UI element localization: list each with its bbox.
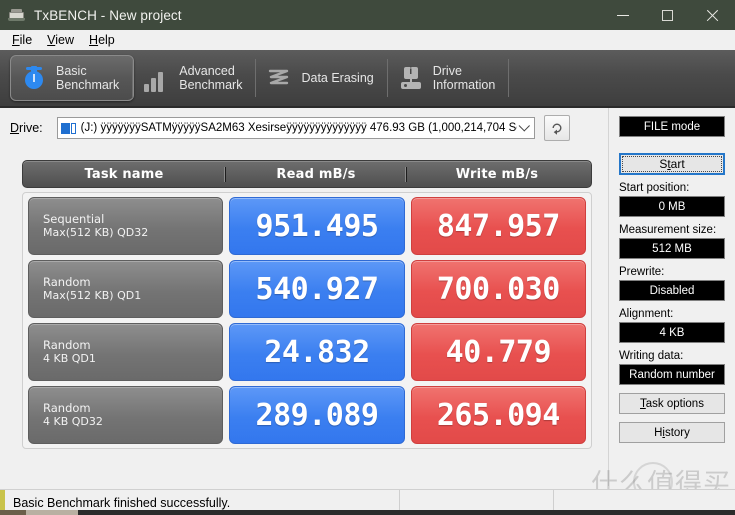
prewrite-label: Prewrite: [619, 266, 665, 278]
start-position-value[interactable]: 0 MB [619, 196, 725, 217]
drive-selected-value: (J:) ÿÿÿÿÿÿÿSATMÿÿÿÿÿSA2M63 Xesirseÿÿÿÿÿ… [80, 122, 517, 134]
task-name-secondary: Max(512 KB) QD1 [43, 289, 142, 302]
menu-view-label: iew [55, 32, 75, 47]
maximize-button[interactable] [645, 0, 690, 30]
task-name-secondary: Max(512 KB) QD32 [43, 226, 149, 239]
write-value: 40.779 [410, 323, 586, 381]
tab-data-erasing-label: Data Erasing [301, 71, 374, 85]
bar-chart-icon [144, 64, 170, 92]
close-button[interactable] [690, 0, 735, 30]
results-header-row: Task name Read mB/s Write mB/s [22, 160, 592, 188]
wave-erase-icon [266, 64, 292, 92]
measurement-size-value[interactable]: 512 MB [619, 238, 725, 259]
task-name-primary: Random [43, 338, 91, 352]
tab-divider [132, 60, 134, 98]
minimize-icon [616, 14, 629, 16]
prewrite-value[interactable]: Disabled [619, 280, 725, 301]
start-position-label: Start position: [619, 182, 690, 194]
refresh-drives-button[interactable] [543, 115, 570, 141]
tab-data-erasing[interactable]: Data Erasing [256, 55, 388, 101]
read-value: 951.495 [229, 197, 405, 255]
task-options-button[interactable]: Task options [619, 393, 725, 414]
tab-basic-benchmark-label: Basic Benchmark [56, 64, 120, 92]
table-row: Random 4 KB QD32 289.089 265.094 [28, 386, 586, 444]
task-name-cell[interactable]: Random Max(512 KB) QD1 [28, 260, 224, 318]
read-value: 289.089 [229, 386, 405, 444]
task-name-primary: Random [43, 275, 91, 289]
window-title: TxBENCH - New project [34, 7, 182, 23]
history-button[interactable]: History [619, 422, 725, 443]
tab-advanced-benchmark[interactable]: Advanced Benchmark [134, 55, 257, 101]
drive-label: Drive: [10, 121, 43, 135]
benchmark-results: Task name Read mB/s Write mB/s Sequentia… [22, 160, 592, 478]
history-label: History [654, 426, 690, 439]
chevron-down-icon[interactable] [517, 124, 534, 132]
task-name-primary: Random [43, 401, 91, 415]
task-name-cell[interactable]: Sequential Max(512 KB) QD32 [28, 197, 224, 255]
refresh-icon [552, 123, 562, 135]
title-bar: TxBENCH - New project [0, 0, 735, 30]
start-button[interactable]: Start [619, 153, 725, 175]
window-controls [600, 0, 735, 30]
app-drive-icon [8, 7, 26, 23]
txbench-window: TxBENCH - New project File View Help Bas… [0, 0, 735, 515]
tab-drive-information[interactable]: Drive Information [388, 55, 510, 101]
options-panel: FILE mode Start Start position: 0 MB Mea… [608, 108, 735, 486]
menu-help-label: elp [98, 32, 115, 47]
start-button-label: Start [659, 157, 685, 171]
writing-data-label: Writing data: [619, 350, 684, 362]
task-name-cell[interactable]: Random 4 KB QD32 [28, 386, 224, 444]
menu-view[interactable]: View [43, 32, 83, 49]
task-name-secondary: 4 KB QD1 [43, 352, 96, 365]
maximize-icon [662, 9, 673, 21]
read-value: 24.832 [229, 323, 405, 381]
menu-help[interactable]: Help [85, 32, 124, 49]
close-icon [706, 9, 719, 22]
alignment-label: Alignment: [619, 308, 674, 320]
measurement-size-label: Measurement size: [619, 224, 717, 236]
drive-selector-row: Drive: (J:) ÿÿÿÿÿÿÿSATMÿÿÿÿÿSA2M63 Xesir… [0, 112, 608, 144]
stopwatch-icon [21, 64, 47, 92]
write-value: 700.030 [410, 260, 586, 318]
task-name-cell[interactable]: Random 4 KB QD1 [28, 323, 224, 381]
menu-file-label: ile [19, 32, 33, 47]
read-value: 540.927 [229, 260, 405, 318]
tab-drive-information-label: Drive Information [432, 64, 496, 92]
task-name-secondary: 4 KB QD32 [43, 415, 103, 428]
task-name-primary: Sequential [43, 212, 105, 226]
write-value: 847.957 [410, 197, 586, 255]
column-header-task-name: Task name [84, 166, 164, 182]
results-body: Sequential Max(512 KB) QD32 951.495 847.… [22, 192, 592, 449]
writing-data-value[interactable]: Random number [619, 364, 725, 385]
menu-file[interactable]: File [8, 32, 41, 49]
alignment-value[interactable]: 4 KB [619, 322, 725, 343]
table-row: Sequential Max(512 KB) QD32 951.495 847.… [28, 197, 586, 255]
tab-basic-benchmark[interactable]: Basic Benchmark [10, 55, 135, 101]
task-options-label: Task options [640, 397, 704, 410]
file-mode-display[interactable]: FILE mode [619, 116, 725, 137]
tab-divider [508, 59, 510, 97]
drive-info-icon [398, 64, 424, 92]
tab-advanced-benchmark-label: Advanced Benchmark [179, 64, 243, 92]
menu-bar: File View Help [0, 30, 735, 50]
column-header-read: Read mB/s [225, 166, 406, 182]
desktop-strip [0, 510, 735, 515]
minimize-button[interactable] [600, 0, 645, 30]
tab-strip: Basic Benchmark Advanced Benchmark Data … [0, 50, 735, 108]
write-value: 265.094 [410, 386, 586, 444]
hard-drive-icon [60, 122, 76, 135]
table-row: Random 4 KB QD1 24.832 40.779 [28, 323, 586, 381]
table-row: Random Max(512 KB) QD1 540.927 700.030 [28, 260, 586, 318]
drive-select[interactable]: (J:) ÿÿÿÿÿÿÿSATMÿÿÿÿÿSA2M63 Xesirseÿÿÿÿÿ… [56, 117, 535, 139]
column-header-write: Write mB/s [406, 166, 587, 182]
